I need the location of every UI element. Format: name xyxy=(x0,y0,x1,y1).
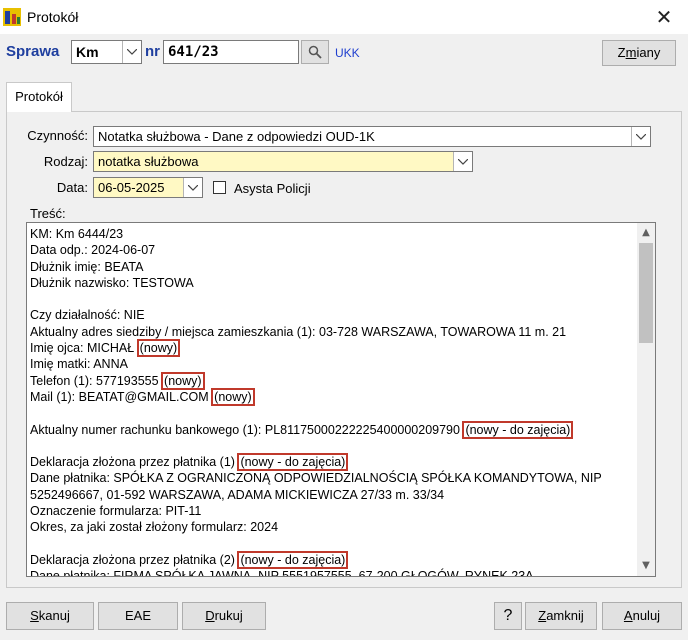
police-assist-checkbox[interactable] xyxy=(213,181,226,194)
tab-label: Protokół xyxy=(15,89,63,104)
sprawa-label: Sprawa xyxy=(6,43,60,60)
print-button[interactable]: Drukuj xyxy=(182,602,266,630)
help-button[interactable]: ? xyxy=(494,602,522,630)
content-line: Dane płatnika: FIRMA SPÓŁKA JAWNA, NIP 5… xyxy=(30,568,635,577)
title-bar: Protokół ✕ xyxy=(0,0,688,34)
vertical-scrollbar[interactable]: ▲ ▼ xyxy=(637,223,655,576)
content-line: Telefon (1): 577193555 (nowy) xyxy=(30,371,635,390)
content-label: Treść: xyxy=(30,206,66,221)
close-button[interactable]: Zamknij xyxy=(525,602,597,630)
content-line: Dłużnik nazwisko: TESTOWA xyxy=(30,275,635,291)
case-number-input[interactable]: 641/23 xyxy=(163,40,299,64)
content-line: Aktualny adres siedziby / miejsca zamies… xyxy=(30,324,635,340)
content-line-text: Okres, za jaki został złożony formularz:… xyxy=(30,520,279,535)
changes-button[interactable]: Zmiany xyxy=(602,40,676,66)
content-line-text: Telefon (1): 577193555 xyxy=(30,373,163,388)
ukk-link[interactable]: UKK xyxy=(335,46,360,60)
content-line-text: Czy działalność: NIE xyxy=(30,308,145,323)
content-line-text: Dłużnik imię: BEATA xyxy=(30,259,144,274)
content-line-text: Dłużnik nazwisko: TESTOWA xyxy=(30,275,194,290)
status-tag: (nowy) xyxy=(136,339,181,358)
type-select[interactable]: notatka służbowa xyxy=(93,151,473,172)
app-icon xyxy=(3,8,21,26)
police-assist-label: Asysta Policji xyxy=(234,181,311,196)
content-line: Dane płatnika: SPÓŁKA Z OGRANICZONĄ ODPO… xyxy=(30,470,635,486)
chevron-down-icon[interactable] xyxy=(122,41,141,63)
content-line-text: Mail (1): BEATAT@GMAIL.COM xyxy=(30,389,213,404)
chevron-down-icon[interactable] xyxy=(453,152,472,171)
content-line-text: Deklaracja złożona przez płatnika (1) xyxy=(30,455,239,470)
content-line-text: Deklaracja złożona przez płatnika (2) xyxy=(30,552,239,567)
window-title: Protokół xyxy=(27,9,79,25)
content-line xyxy=(30,405,635,421)
content-line: Deklaracja złożona przez płatnika (1) (n… xyxy=(30,453,635,472)
content-line-text: Dane płatnika: FIRMA SPÓŁKA JAWNA, NIP 5… xyxy=(30,569,534,577)
content-line-text: Dane płatnika: SPÓŁKA Z OGRANICZONĄ ODPO… xyxy=(30,471,602,486)
content-line: KM: Km 6444/23 xyxy=(30,226,635,242)
content-line: Imię ojca: MICHAŁ (nowy) xyxy=(30,339,635,358)
content-line-text: Aktualny adres siedziby / miejsca zamies… xyxy=(30,324,567,339)
content-line-text: 5252496667, 01-592 WARSZAWA, ADAMA MICKI… xyxy=(30,487,445,502)
status-tag: (nowy - do zajęcia) xyxy=(462,420,574,439)
case-number-value: 641/23 xyxy=(168,44,219,60)
content-line-text: Imię matki: ANNA xyxy=(30,357,128,372)
data-label: Data: xyxy=(56,180,88,195)
content-line-text: KM: Km 6444/23 xyxy=(30,227,124,241)
content-line-text: Aktualny numer rachunku bankowego (1): P… xyxy=(30,422,464,437)
date-input[interactable]: 06-05-2025 xyxy=(93,177,203,198)
status-tag: (nowy) xyxy=(211,387,255,406)
scroll-up-icon[interactable]: ▲ xyxy=(641,228,651,238)
status-tag: (nowy) xyxy=(161,371,205,390)
search-button[interactable] xyxy=(301,40,329,64)
cancel-button[interactable]: Anuluj xyxy=(602,602,682,630)
content-line: Imię matki: ANNA xyxy=(30,356,635,372)
content-line: Mail (1): BEATAT@GMAIL.COM (nowy) xyxy=(30,387,635,406)
content-lines: KM: Km 6444/23 Data odp.: 2024-06-07 Dłużn… xyxy=(30,226,635,577)
content-textarea[interactable]: KM: Km 6444/23 Data odp.: 2024-06-07 Dłużn… xyxy=(26,222,656,577)
nr-label: nr xyxy=(145,43,160,60)
close-icon[interactable]: ✕ xyxy=(650,4,678,30)
scroll-down-icon[interactable]: ▼ xyxy=(641,561,651,571)
content-line xyxy=(30,536,635,552)
content-line: Dłużnik imię: BEATA xyxy=(30,259,635,275)
content-line xyxy=(30,438,635,454)
content-line: Aktualny numer rachunku bankowego (1): P… xyxy=(30,420,635,439)
rodzaj-label: Rodzaj: xyxy=(43,154,88,169)
case-type-select[interactable]: Km xyxy=(71,40,142,64)
case-type-value: Km xyxy=(76,44,99,60)
chevron-down-icon[interactable] xyxy=(183,178,202,197)
content-line: Oznaczenie formularza: PIT-11 xyxy=(30,503,635,519)
content-line: Okres, za jaki został złożony formularz:… xyxy=(30,519,635,535)
search-icon xyxy=(308,45,322,59)
scrollbar-thumb[interactable] xyxy=(639,243,653,343)
content-line xyxy=(30,291,635,307)
content-line: Deklaracja złożona przez płatnika (2) (n… xyxy=(30,550,635,569)
czynnosc-label: Czynność: xyxy=(27,128,88,143)
date-value: 06-05-2025 xyxy=(98,180,165,195)
status-tag: (nowy - do zajęcia) xyxy=(237,550,349,569)
status-tag: (nowy - do zajęcia) xyxy=(237,453,349,472)
type-value: notatka służbowa xyxy=(98,154,199,169)
content-line: 5252496667, 01-592 WARSZAWA, ADAMA MICKI… xyxy=(30,487,635,503)
activity-value: Notatka służbowa - Dane z odpowiedzi OUD… xyxy=(98,129,375,144)
content-line-text: Oznaczenie formularza: PIT-11 xyxy=(30,504,202,519)
scan-button[interactable]: Skanuj xyxy=(6,602,94,630)
content-line: Data odp.: 2024-06-07 xyxy=(30,242,635,258)
chevron-down-icon[interactable] xyxy=(631,127,650,146)
content-line-text: Data odp.: 2024-06-07 xyxy=(30,243,156,258)
activity-select[interactable]: Notatka służbowa - Dane z odpowiedzi OUD… xyxy=(93,126,651,147)
eae-button[interactable]: EAE xyxy=(98,602,178,630)
tab-protokol[interactable]: Protokół xyxy=(6,82,72,112)
content-line: Czy działalność: NIE xyxy=(30,307,635,323)
content-line-text: Imię ojca: MICHAŁ xyxy=(30,341,138,356)
